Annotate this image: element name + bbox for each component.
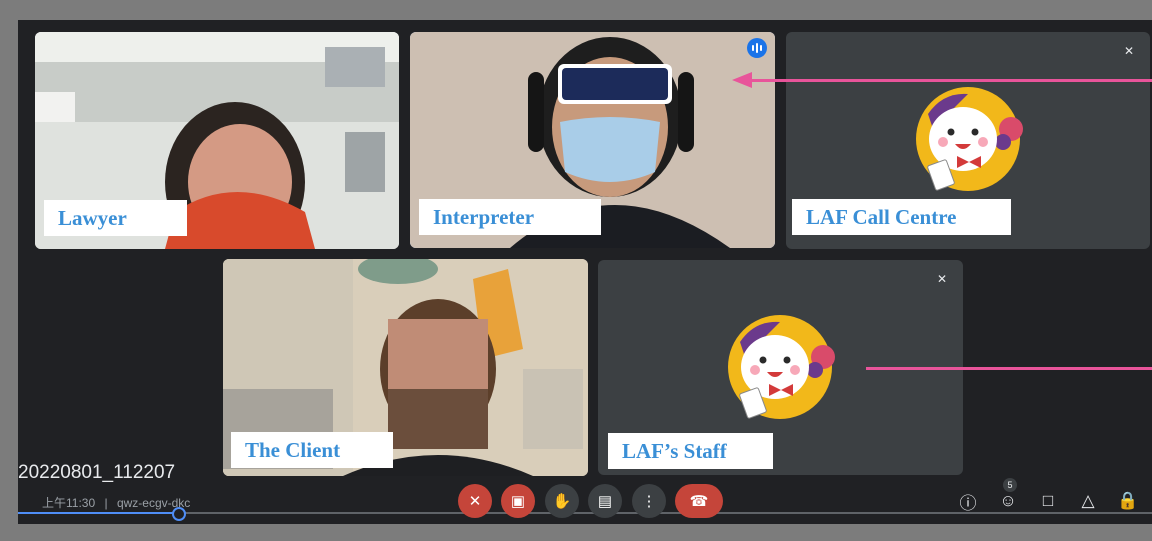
info-icon: ⓘ bbox=[959, 493, 977, 513]
playback-progress-bar[interactable] bbox=[18, 507, 1152, 521]
raise-hand-icon: ✋ bbox=[552, 493, 572, 510]
participant-avatar bbox=[728, 315, 835, 419]
camera-off-button[interactable]: ▣ bbox=[501, 484, 535, 518]
playback-scrubber[interactable] bbox=[172, 507, 186, 521]
chat-button[interactable]: □ bbox=[1035, 488, 1061, 514]
mic-off-button[interactable]: ✕ bbox=[458, 484, 492, 518]
people-icon: ☺ bbox=[999, 491, 1017, 510]
host-controls-button[interactable]: 🔒 bbox=[1115, 488, 1141, 514]
separator: | bbox=[104, 496, 108, 510]
meeting-window: Lawyer Interpreter ✕ LAF Call Centre The… bbox=[18, 20, 1152, 524]
participant-tile-lawyer[interactable]: Lawyer bbox=[35, 32, 399, 249]
participant-label-interpreter: Interpreter bbox=[419, 199, 601, 235]
muted-icon: ✕ bbox=[936, 272, 948, 286]
chat-icon: □ bbox=[1042, 491, 1054, 510]
activities-icon: △ bbox=[1081, 491, 1095, 510]
present-icon: ▤ bbox=[597, 493, 613, 510]
meeting-time: 上午11:30 bbox=[42, 496, 96, 510]
annotation-arrow-interpreter bbox=[742, 79, 1152, 82]
activities-button[interactable]: △ bbox=[1075, 488, 1101, 514]
people-count-badge: 5 bbox=[1003, 478, 1017, 492]
participant-tile-client[interactable]: The Client bbox=[223, 259, 588, 476]
playback-progress-fill bbox=[18, 512, 178, 514]
participant-tile-interpreter[interactable]: Interpreter bbox=[410, 32, 775, 248]
muted-icon: ✕ bbox=[1123, 44, 1135, 58]
camera-off-icon: ▣ bbox=[510, 493, 526, 510]
more-options-button[interactable]: ⋮ bbox=[632, 484, 666, 518]
participant-label-staff: LAF’s Staff bbox=[608, 433, 773, 469]
participant-label-call-centre: LAF Call Centre bbox=[792, 199, 1011, 235]
present-button[interactable]: ▤ bbox=[588, 484, 622, 518]
hang-up-icon: ☎ bbox=[689, 493, 709, 510]
control-bar: 上午11:30 | qwz-ecgv-dkc ✕ ▣ ✋ ▤ ⋮ ☎ ⓘ ☺ 5… bbox=[18, 478, 1152, 524]
participant-label-client: The Client bbox=[231, 432, 393, 468]
lock-icon: 🔒 bbox=[1117, 491, 1139, 510]
hang-up-button[interactable]: ☎ bbox=[675, 484, 723, 518]
people-button[interactable]: ☺ 5 bbox=[995, 478, 1021, 514]
info-button[interactable]: ⓘ bbox=[955, 488, 981, 514]
raise-hand-button[interactable]: ✋ bbox=[545, 484, 579, 518]
more-vert-icon: ⋮ bbox=[641, 493, 657, 510]
participant-label-lawyer: Lawyer bbox=[44, 200, 187, 236]
annotation-arrowhead-icon bbox=[732, 72, 752, 88]
participant-tile-call-centre[interactable]: ✕ LAF Call Centre bbox=[786, 32, 1150, 249]
participant-avatar bbox=[916, 87, 1023, 191]
mic-off-icon: ✕ bbox=[468, 493, 482, 510]
speaking-indicator-icon bbox=[747, 38, 767, 58]
annotation-line-staff bbox=[866, 367, 1152, 370]
meeting-info-text: 上午11:30 | qwz-ecgv-dkc bbox=[42, 494, 190, 511]
